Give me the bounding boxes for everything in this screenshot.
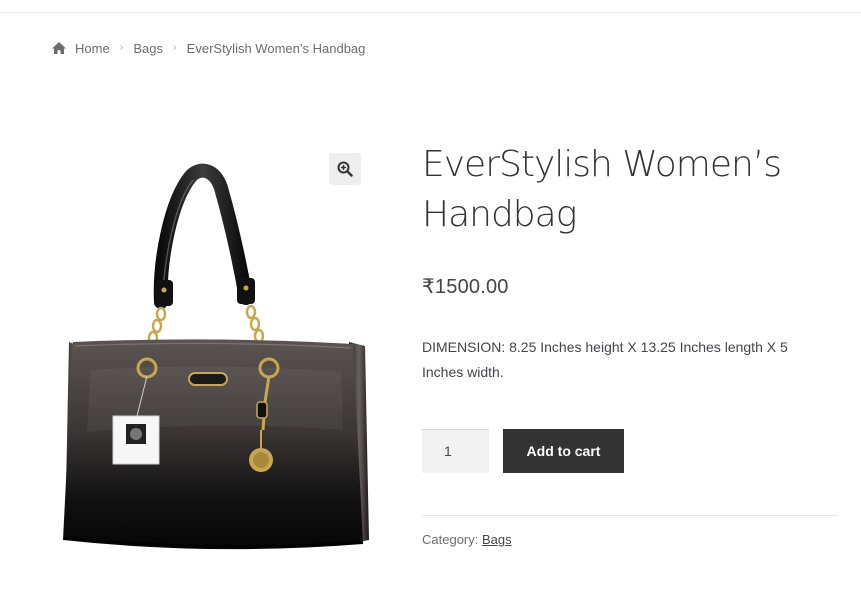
breadcrumb-separator-icon: › [119, 42, 124, 54]
header-divider [0, 12, 861, 13]
breadcrumb-separator-icon: › [173, 42, 177, 54]
product-description: DIMENSION: 8.25 Inches height X 13.25 In… [422, 339, 788, 380]
breadcrumb-current: EverStylish Women’s Handbag [186, 40, 366, 56]
quantity-input[interactable] [422, 429, 489, 473]
category-label: Category: [422, 532, 479, 547]
breadcrumb: Home › Bags › EverStylish Women’s Handba… [51, 38, 365, 58]
home-icon [52, 42, 66, 54]
product-title: EverStylish Women’s Handbag [422, 144, 782, 235]
category-link[interactable]: Bags [482, 532, 512, 547]
breadcrumb-home-link[interactable]: Home [75, 41, 110, 56]
product-summary: EverStylish Women’s Handbag ₹1500.00 DIM… [422, 140, 838, 547]
zoom-button[interactable] [329, 153, 361, 185]
breadcrumb-bags-link[interactable]: Bags [133, 41, 163, 56]
meta-divider [422, 515, 838, 516]
zoom-icon [337, 161, 353, 177]
product-meta: Category: Bags [422, 532, 512, 547]
product-image[interactable] [51, 140, 376, 570]
product-price: ₹1500.00 [422, 276, 509, 298]
add-to-cart-button[interactable]: Add to cart [503, 429, 624, 473]
add-to-cart-form: Add to cart [422, 429, 624, 473]
